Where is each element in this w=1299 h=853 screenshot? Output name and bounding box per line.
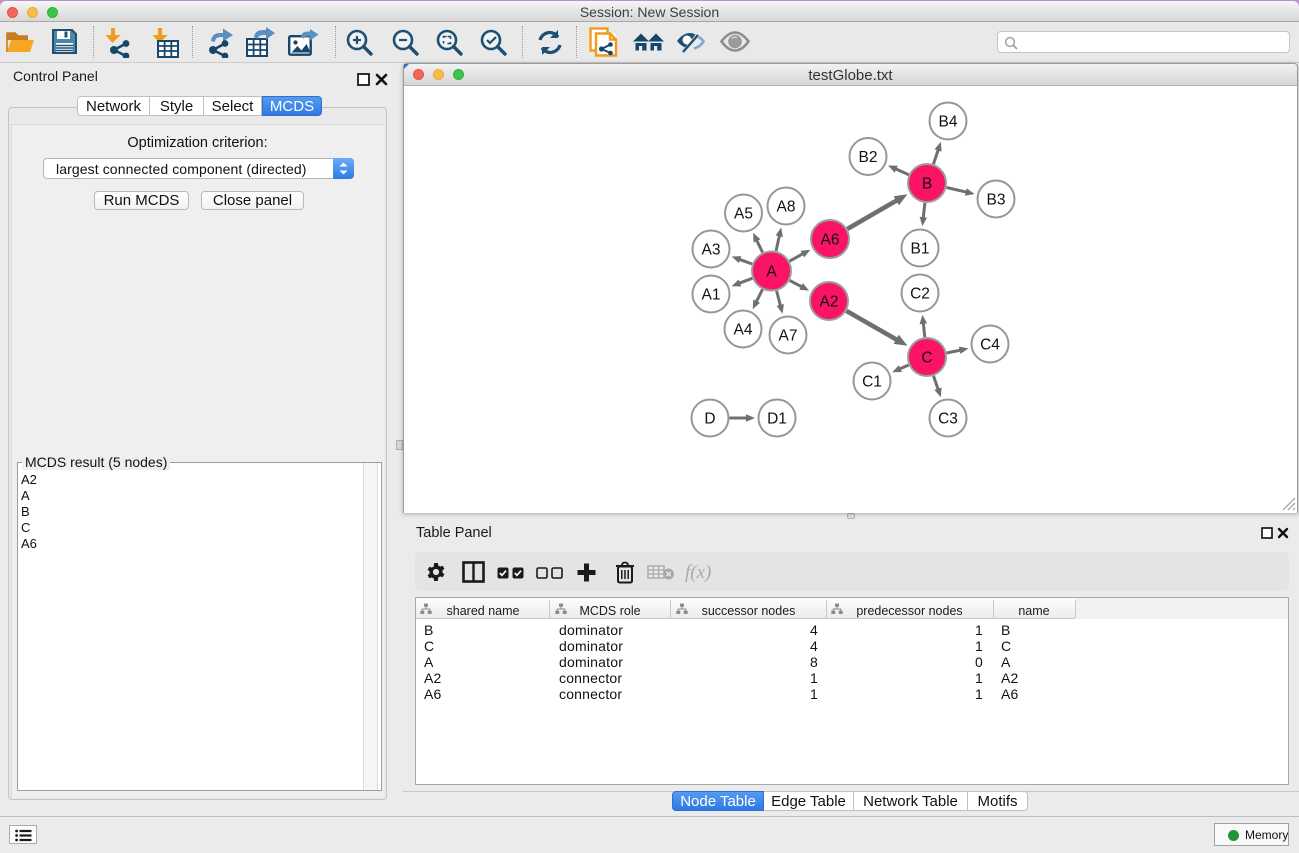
svg-text:A1: A1 xyxy=(702,287,721,304)
svg-text:f(x): f(x) xyxy=(685,562,711,583)
svg-text:A2: A2 xyxy=(820,294,839,311)
svg-text:C4: C4 xyxy=(980,337,1000,354)
svg-text:D: D xyxy=(704,411,715,428)
svg-text:C3: C3 xyxy=(938,411,958,428)
svg-text:A8: A8 xyxy=(777,199,796,216)
svg-text:C: C xyxy=(921,350,932,367)
svg-text:A4: A4 xyxy=(734,322,753,339)
svg-text:B3: B3 xyxy=(987,192,1006,209)
svg-text:D1: D1 xyxy=(767,411,787,428)
svg-text:A7: A7 xyxy=(779,328,798,345)
svg-text:C2: C2 xyxy=(910,286,930,303)
svg-text:B1: B1 xyxy=(911,241,930,258)
svg-text:B2: B2 xyxy=(859,149,878,166)
svg-text:C1: C1 xyxy=(862,374,882,391)
svg-text:A3: A3 xyxy=(702,242,721,259)
svg-text:A6: A6 xyxy=(821,232,840,249)
svg-text:B: B xyxy=(922,176,932,193)
svg-text:B4: B4 xyxy=(939,114,958,131)
svg-text:A5: A5 xyxy=(734,206,753,223)
svg-text:A: A xyxy=(766,264,777,281)
